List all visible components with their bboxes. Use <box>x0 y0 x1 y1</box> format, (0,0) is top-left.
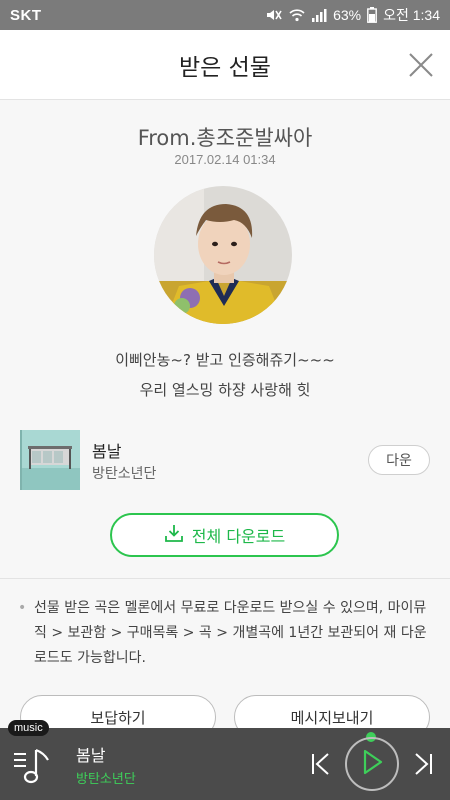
mini-player: music 봄날 방탄소년단 <box>0 720 450 800</box>
sender-avatar <box>154 186 292 324</box>
album-art <box>20 430 80 490</box>
mute-icon <box>265 7 283 23</box>
notice-text: 선물 받은 곡은 멜론에서 무료로 다운로드 받으실 수 있으며, 마이뮤직 >… <box>34 600 427 666</box>
song-title: 봄날 <box>92 442 122 461</box>
previous-track-icon[interactable] <box>308 750 334 778</box>
wifi-icon <box>289 8 305 22</box>
sender-name: From.총조준발싸아 <box>137 126 313 150</box>
reply-gift-button[interactable]: 보답하기 <box>20 695 216 728</box>
battery-percent: 63% <box>333 7 362 23</box>
divider <box>0 578 450 579</box>
carrier-label: SKT <box>10 6 42 24</box>
gift-date: 2017.02.14 01:34 <box>174 152 276 167</box>
battery-icon <box>367 7 377 23</box>
message-line-1: 이삐안농~? 받고 인증해쥬기~~~ <box>115 351 335 369</box>
message-line-2: 우리 열스밍 하쟝 사랑해 힛 <box>139 381 311 399</box>
next-track-icon[interactable] <box>410 750 436 778</box>
song-artist: 방탄소년단 <box>92 466 157 482</box>
gift-content: From.총조준발싸아 2017.02.14 01:34 이삐안농~? 받고 인… <box>0 100 450 728</box>
song-item: 봄날 방탄소년단 다운 <box>20 430 434 490</box>
player-song-title: 봄날 <box>76 746 106 765</box>
page-title: 받은 선물 <box>179 54 271 81</box>
send-message-button[interactable]: 메시지보내기 <box>234 695 430 728</box>
download-song-button[interactable]: 다운 <box>368 445 430 475</box>
download-all-label: 전체 다운로드 <box>191 527 286 546</box>
notice-bullet: • <box>18 600 27 616</box>
playlist-icon[interactable] <box>12 744 52 786</box>
gift-message: 이삐안농~? 받고 인증해쥬기~~~ 우리 열스밍 하쟝 사랑해 힛 <box>0 345 450 405</box>
clock: 오전 1:34 <box>383 7 440 23</box>
action-buttons: 보답하기 메시지보내기 <box>20 695 430 728</box>
play-button[interactable] <box>345 737 399 791</box>
download-all-button[interactable]: 전체 다운로드 <box>110 513 339 557</box>
status-bar: SKT 63% 오전 1:34 <box>0 0 450 30</box>
download-icon <box>164 523 184 547</box>
signal-icon <box>311 8 327 22</box>
notice: • 선물 받은 곡은 멜론에서 무료로 다운로드 받으실 수 있으며, 마이뮤직… <box>18 596 434 671</box>
play-icon <box>360 749 384 779</box>
player-artist: 방탄소년단 <box>76 772 136 787</box>
header: 받은 선물 <box>0 30 450 100</box>
music-tag: music <box>8 720 49 736</box>
close-icon[interactable] <box>406 50 436 80</box>
